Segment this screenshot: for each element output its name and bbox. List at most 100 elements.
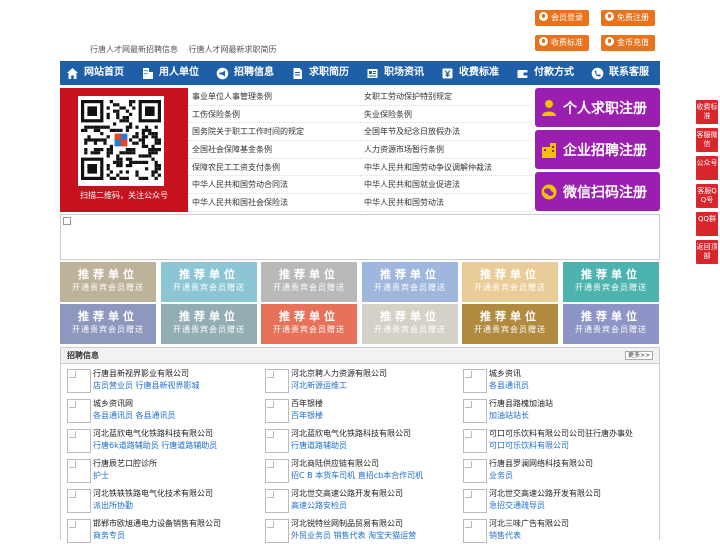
company-name-link[interactable]: 河北世交高速公路开发有限公司 [291, 488, 403, 500]
company-name-link[interactable]: 百年银楼 [291, 398, 323, 410]
law-link[interactable]: 保障农民工工资支付条例 [188, 159, 360, 177]
job-positions-link[interactable]: 业务员 [489, 470, 513, 482]
law-link[interactable]: 中华人民共和国劳动法 [360, 194, 532, 212]
company-name-link[interactable]: 城乡资讯网 [93, 398, 133, 410]
fee-standard-button[interactable]: 收费标准 [535, 35, 589, 51]
job-positions-link[interactable]: 销售代表 [489, 530, 521, 542]
recommended-employer-tile[interactable]: 推荐单位 开通贵宾会员赠送 [161, 262, 257, 302]
nav-contact-support[interactable]: 联系客服 [585, 61, 660, 85]
recommended-employer-tile[interactable]: 推荐单位 开通贵宾会员赠送 [563, 304, 659, 344]
recommended-employer-tile[interactable]: 推荐单位 开通贵宾会员赠送 [261, 304, 357, 344]
company-logo[interactable] [67, 369, 91, 393]
company-name-link[interactable]: 行唐辰艺口腔诊所 [93, 458, 157, 470]
side-qq-group-button[interactable]: QQ群 [696, 212, 718, 236]
company-name-link[interactable]: 可口可乐饮料有限公司公司驻行唐办事处 [489, 428, 633, 440]
recommended-employer-tile[interactable]: 推荐单位 开通贵宾会员赠送 [261, 262, 357, 302]
company-logo[interactable] [265, 429, 289, 453]
tagline-latest-jobs[interactable]: 行唐人才网最新招聘信息 [90, 45, 178, 54]
law-link[interactable]: 工伤保险条例 [188, 106, 360, 124]
job-positions-link[interactable]: 各县通讯员 各县通讯员 [93, 410, 176, 422]
law-link[interactable]: 人力资源市场暂行条例 [360, 141, 532, 159]
free-register-button[interactable]: 免费注册 [601, 10, 655, 26]
company-name-link[interactable]: 行唐县路槐加油站 [489, 398, 553, 410]
law-link[interactable]: 中华人民共和国劳动合同法 [188, 176, 360, 195]
ad-banner[interactable] [60, 214, 660, 260]
company-logo[interactable] [67, 519, 91, 543]
back-to-top-button[interactable]: 返回顶部 [696, 240, 718, 264]
law-link[interactable]: 全国社会保障基金条例 [188, 141, 360, 159]
law-link[interactable]: 事业单位人事管理条例 [188, 88, 360, 106]
company-name-link[interactable]: 河北京聘人力资源有限公司 [291, 368, 387, 380]
side-support-qq-button[interactable]: 客服QQ号 [696, 184, 718, 208]
company-name-link[interactable]: 河北铁轶铁路电气化技术有限公司 [93, 488, 213, 500]
company-logo[interactable] [265, 489, 289, 513]
job-positions-link[interactable]: 外贸业务员 销售代表 淘宝天猫运营 [291, 530, 416, 542]
company-logo[interactable] [265, 459, 289, 483]
company-name-link[interactable]: 行唐县罗澜网络科技有限公司 [489, 458, 593, 470]
side-fee-standard-button[interactable]: 收费标准 [696, 100, 718, 124]
nav-resumes[interactable]: 求职简历 [285, 61, 360, 85]
recommended-employer-tile[interactable]: 推荐单位 开通贵宾会员赠送 [362, 304, 458, 344]
side-support-wechat-button[interactable]: 客服微信 [696, 128, 718, 152]
wechat-register-button[interactable]: 微信扫码注册 [535, 172, 660, 211]
company-register-button[interactable]: 企业招聘注册 [535, 130, 660, 169]
recommended-employer-tile[interactable]: 推荐单位 开通贵宾会员赠送 [462, 304, 558, 344]
recommended-employer-tile[interactable]: 推荐单位 开通贵宾会员赠送 [60, 262, 156, 302]
recommended-employer-tile[interactable]: 推荐单位 开通贵宾会员赠送 [563, 262, 659, 302]
job-positions-link[interactable]: 行唐道路辅助员 [291, 440, 347, 452]
law-link[interactable]: 中华人民共和国社会保险法 [188, 194, 360, 212]
company-logo[interactable] [463, 369, 487, 393]
company-logo[interactable] [67, 459, 91, 483]
recommended-employer-tile[interactable]: 推荐单位 开通贵宾会员赠送 [60, 304, 156, 344]
company-logo[interactable] [463, 399, 487, 423]
member-login-button[interactable]: 会员登录 [535, 10, 589, 26]
job-positions-link[interactable]: 加油站站长 [489, 410, 529, 422]
nav-career-news[interactable]: 职场资讯 [360, 61, 435, 85]
company-logo[interactable] [265, 369, 289, 393]
company-name-link[interactable]: 行唐县新视界影业有限公司 [93, 368, 189, 380]
company-logo[interactable] [67, 429, 91, 453]
law-link[interactable]: 中华人民共和国劳动争议调解仲裁法 [360, 159, 532, 177]
company-logo[interactable] [67, 489, 91, 513]
company-name-link[interactable]: 河北蓝欣电气化铁路科技有限公司 [93, 428, 213, 440]
law-link[interactable]: 中华人民共和国就业促进法 [360, 176, 532, 195]
company-logo[interactable] [67, 399, 91, 423]
recommended-employer-tile[interactable]: 推荐单位 开通贵宾会员赠送 [462, 262, 558, 302]
recommended-employer-tile[interactable]: 推荐单位 开通贵宾会员赠送 [362, 262, 458, 302]
job-positions-link[interactable]: 各县通讯员 [489, 380, 529, 392]
job-positions-link[interactable]: 急招交通疏导员 [489, 500, 545, 512]
nav-fee-standard[interactable]: 收费标准 [435, 61, 510, 85]
job-positions-link[interactable]: 店员营业员 行唐县新视界影城 [93, 380, 200, 392]
company-name-link[interactable]: 河北商陆供应链有限公司 [291, 458, 379, 470]
company-logo[interactable] [463, 519, 487, 543]
company-logo[interactable] [463, 459, 487, 483]
company-logo[interactable] [463, 429, 487, 453]
more-jobs-link[interactable]: 更多>> [624, 351, 653, 360]
job-positions-link[interactable]: 高速公路安检员 [291, 500, 347, 512]
law-link[interactable]: 失业保险条例 [360, 106, 532, 124]
job-positions-link[interactable]: 行唐6k道路辅助员 行唐道路辅助员 [93, 440, 217, 452]
side-official-account-button[interactable]: 公众号 [696, 156, 718, 180]
company-name-link[interactable]: 河北世交高速公路开发有限公司 [489, 488, 601, 500]
nav-employers[interactable]: 用人单位 [135, 61, 210, 85]
nav-job-listings[interactable]: 招聘信息 [210, 61, 285, 85]
company-name-link[interactable]: 河北锐特丝网制品贸易有限公司 [291, 518, 403, 530]
company-logo[interactable] [265, 519, 289, 543]
recommended-employer-tile[interactable]: 推荐单位 开通贵宾会员赠送 [161, 304, 257, 344]
job-positions-link[interactable]: 河北新源运维工 [291, 380, 347, 392]
company-logo[interactable] [265, 399, 289, 423]
job-positions-link[interactable]: 派出所协勤 [93, 500, 133, 512]
job-positions-link[interactable]: 百年银楼 [291, 410, 323, 422]
company-name-link[interactable]: 河北蓝欣电气化铁路科技有限公司 [291, 428, 411, 440]
law-link[interactable]: 全国年节及纪念日放假办法 [360, 123, 532, 142]
nav-payment-methods[interactable]: 付款方式 [510, 61, 585, 85]
job-positions-link[interactable]: 招C B 本货车司机 直招cb本合作司机 [291, 470, 423, 482]
law-link[interactable]: 女职工劳动保护特别规定 [360, 88, 532, 106]
nav-home[interactable]: 网站首页 [60, 61, 135, 85]
tagline-latest-resumes[interactable]: 行唐人才网最新求职简历 [189, 45, 277, 54]
company-name-link[interactable]: 城乡资讯 [489, 368, 521, 380]
company-name-link[interactable]: 邯郸市欧旭通电力设备销售有限公司 [93, 518, 221, 530]
company-name-link[interactable]: 河北三味广告有限公司 [489, 518, 569, 530]
job-positions-link[interactable]: 可口可乐饮料有限公司 [489, 440, 569, 452]
law-link[interactable]: 国务院关于职工工作时间的规定 [188, 123, 360, 142]
